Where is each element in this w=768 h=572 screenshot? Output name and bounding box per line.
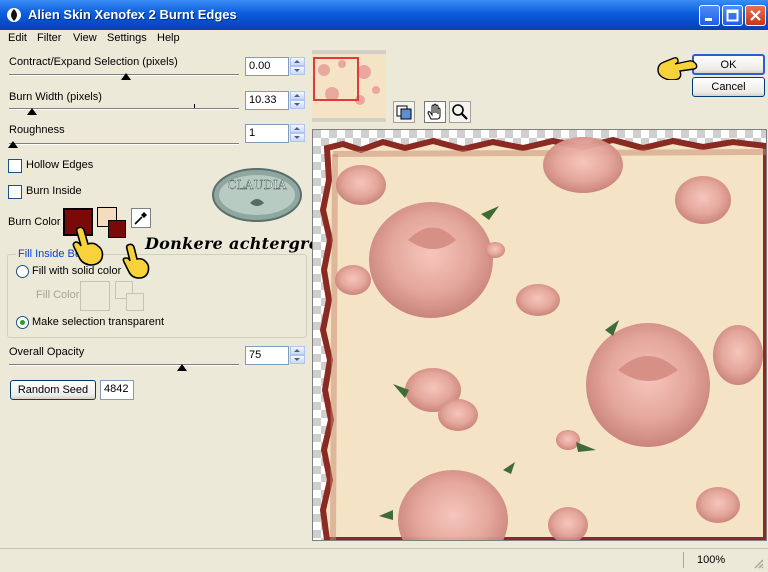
overall-opacity-slider[interactable] (9, 364, 239, 366)
maximize-icon (726, 9, 739, 22)
burn-color-label: Burn Color (8, 216, 61, 228)
fill-color-label: Fill Color (36, 289, 80, 301)
burn-width-spinner[interactable] (290, 91, 305, 110)
fill-color-swatch (80, 281, 110, 311)
roughness-slider[interactable] (9, 143, 239, 145)
hand-icon (427, 103, 441, 120)
random-seed-button[interactable]: Random Seed (10, 380, 96, 400)
zoom-level: 100% (697, 554, 726, 566)
cancel-button[interactable]: Cancel (692, 77, 765, 97)
fill-color-fg-swatch (126, 293, 144, 311)
burn-width-input[interactable]: 10.33 (245, 91, 289, 110)
navigator-thumbnail[interactable] (312, 50, 386, 122)
status-bar: 100% (0, 548, 768, 572)
ok-button[interactable]: OK (692, 54, 765, 75)
menu-view[interactable]: View (73, 32, 97, 44)
roughness-input[interactable]: 1 (245, 124, 289, 143)
claudia-watermark-logo: CLAUDIA (212, 168, 302, 222)
resize-grip-icon[interactable] (752, 557, 764, 569)
make-transparent-radio[interactable] (16, 316, 29, 329)
pointing-hand-icon (657, 57, 698, 80)
magnifier-icon (452, 104, 468, 120)
overall-opacity-thumb[interactable] (177, 364, 187, 371)
close-icon (750, 10, 761, 21)
contract-expand-thumb[interactable] (121, 73, 131, 80)
random-seed-input[interactable]: 4842 (100, 380, 134, 400)
eyedropper-icon (134, 212, 147, 225)
contract-expand-input[interactable]: 0.00 (245, 57, 289, 76)
hand-tool-button[interactable] (424, 101, 446, 123)
menu-edit[interactable]: Edit (8, 32, 27, 44)
minimize-icon (705, 18, 712, 21)
status-separator (683, 552, 684, 568)
preview-toggle-button[interactable] (393, 101, 415, 123)
minimize-button[interactable] (699, 5, 720, 26)
pointing-hand-icon (72, 226, 104, 266)
eyedropper-button[interactable] (131, 208, 151, 228)
title-bar: Alien Skin Xenofex 2 Burnt Edges (0, 0, 768, 31)
preview-canvas[interactable] (312, 129, 767, 541)
roughness-spinner[interactable] (290, 124, 305, 143)
close-button[interactable] (745, 5, 766, 26)
menu-help[interactable]: Help (157, 32, 180, 44)
window-title: Alien Skin Xenofex 2 Burnt Edges (28, 7, 237, 22)
hollow-edges-label: Hollow Edges (26, 159, 94, 171)
burn-width-thumb[interactable] (27, 108, 37, 115)
contract-expand-label: Contract/Expand Selection (pixels) (9, 56, 178, 68)
overall-opacity-label: Overall Opacity (9, 346, 85, 358)
burn-width-slider[interactable] (9, 108, 239, 110)
app-icon (6, 7, 22, 23)
menu-settings[interactable]: Settings (107, 32, 147, 44)
overall-opacity-spinner[interactable] (290, 346, 305, 365)
menu-bar: Edit Filter View Settings Help (0, 30, 768, 48)
fill-solid-label: Fill with solid color (32, 265, 122, 277)
menu-filter[interactable]: Filter (37, 32, 61, 44)
burn-width-label: Burn Width (pixels) (9, 91, 102, 103)
zoom-tool-button[interactable] (449, 101, 471, 123)
overall-opacity-input[interactable]: 75 (245, 346, 289, 365)
burn-width-tick (194, 104, 195, 108)
svg-text:CLAUDIA: CLAUDIA (228, 178, 287, 192)
burn-inside-checkbox[interactable] (8, 185, 22, 199)
fill-solid-radio[interactable] (16, 265, 29, 278)
hollow-edges-checkbox[interactable] (8, 159, 22, 173)
foreground-color-swatch[interactable] (108, 220, 126, 238)
maximize-button[interactable] (722, 5, 743, 26)
burn-inside-label: Burn Inside (26, 185, 82, 197)
make-transparent-label: Make selection transparent (32, 316, 165, 328)
roughness-label: Roughness (9, 124, 65, 136)
roughness-thumb[interactable] (8, 141, 18, 148)
contract-expand-spinner[interactable] (290, 57, 305, 76)
compare-icon (396, 105, 412, 120)
